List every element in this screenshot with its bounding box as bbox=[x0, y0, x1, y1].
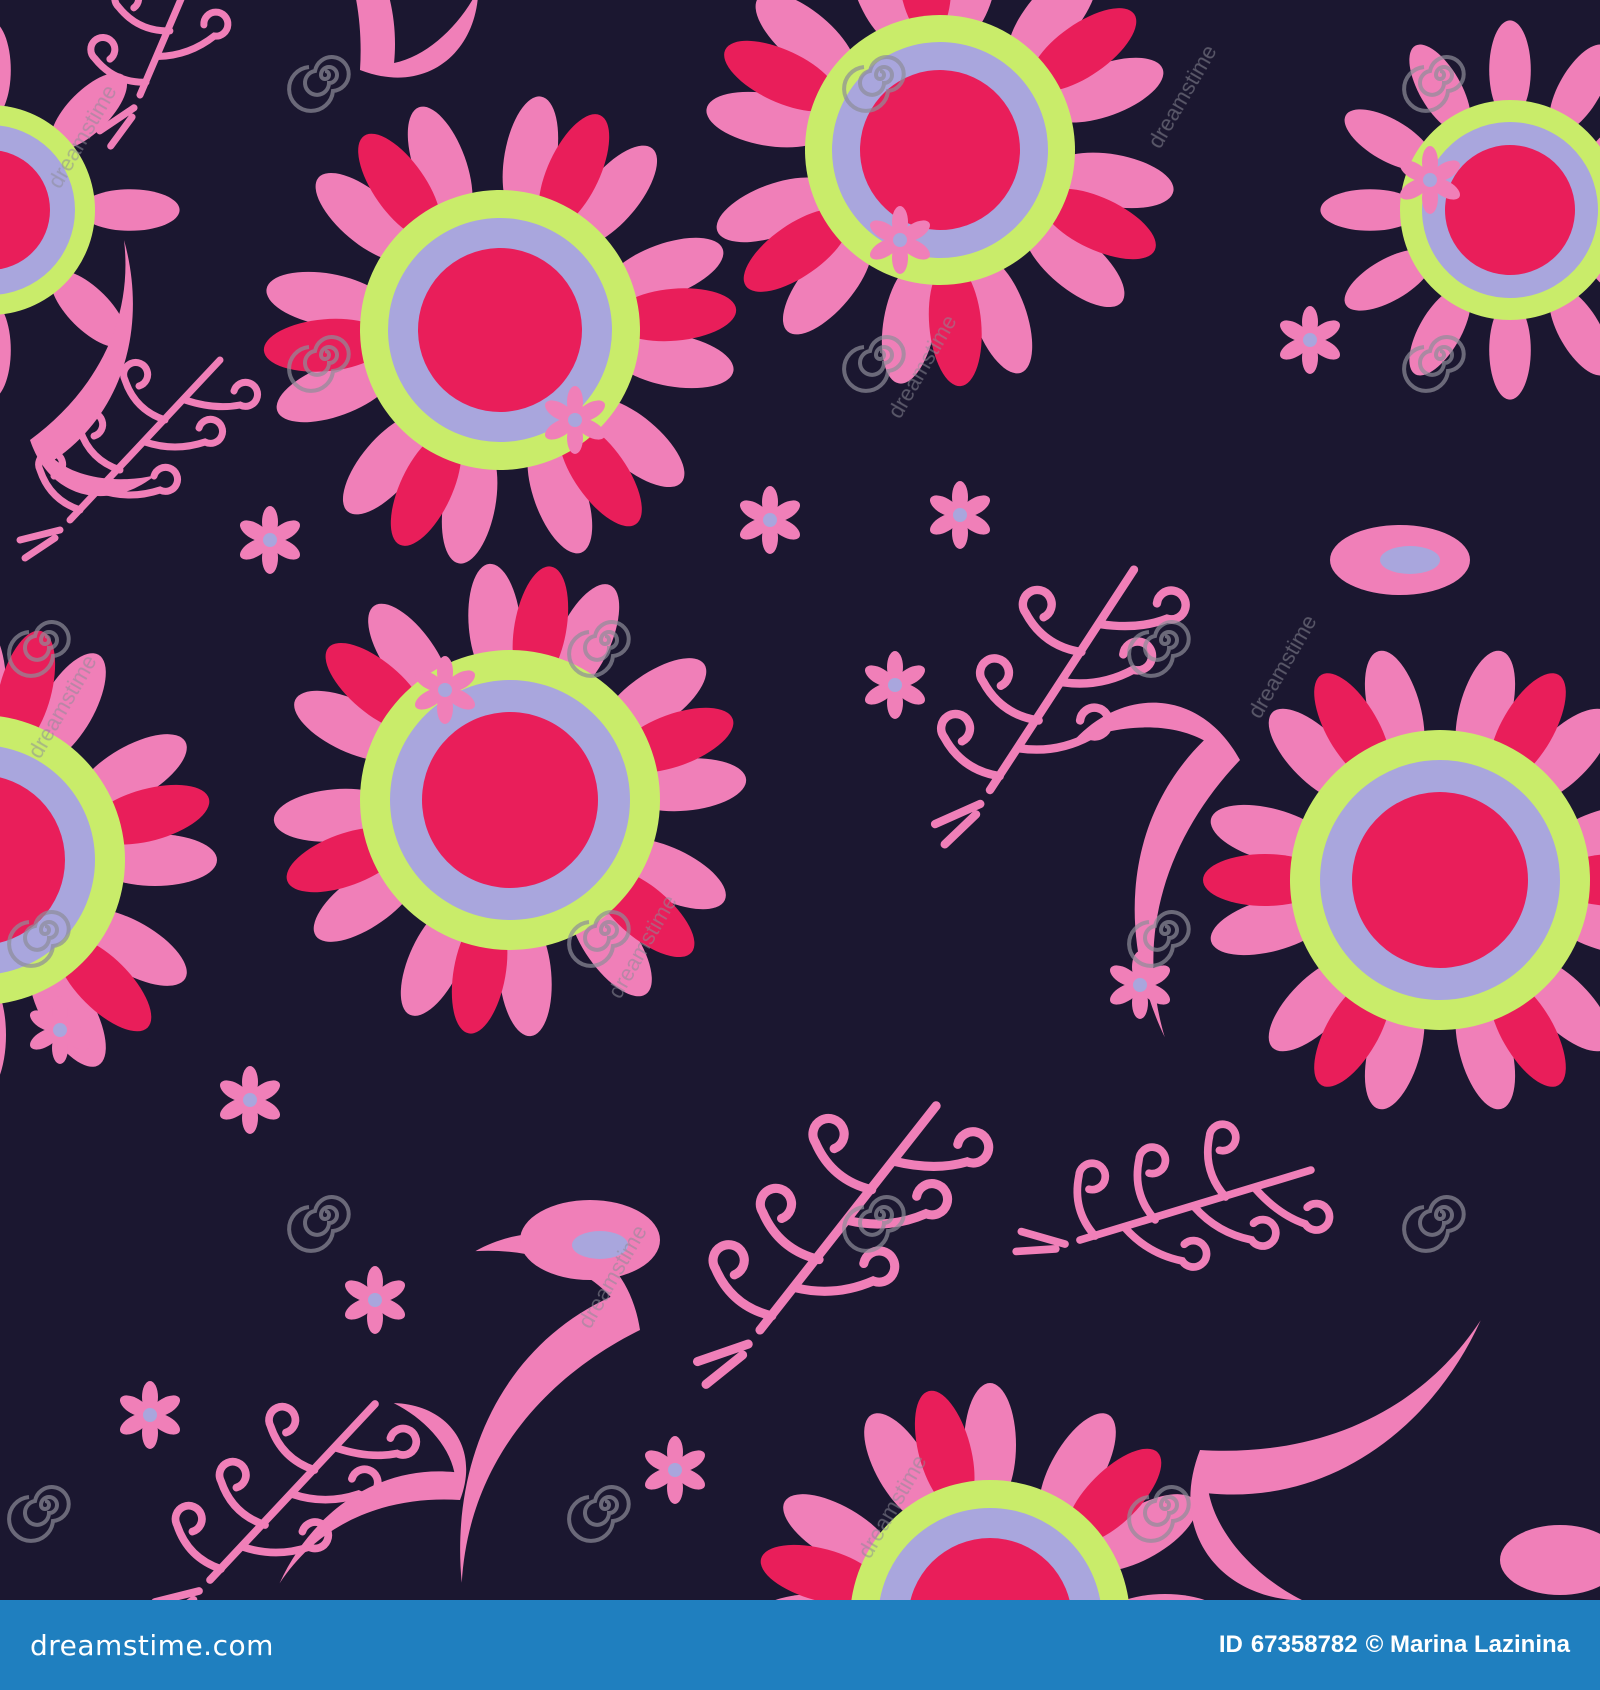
flower-bottom bbox=[753, 1383, 1227, 1600]
id-label: ID bbox=[1218, 1631, 1243, 1658]
flower-top-center bbox=[702, 0, 1178, 389]
flower-top-right bbox=[1320, 20, 1600, 400]
svg-text:dreamstime: dreamstime bbox=[1143, 40, 1222, 152]
watermark-spirals bbox=[7, 55, 1466, 1543]
svg-text:dreamstime: dreamstime bbox=[1243, 610, 1322, 722]
flower-top-left-edge bbox=[0, 20, 180, 400]
id-value: 67358782 bbox=[1250, 1631, 1358, 1658]
footer-bar: dreamstime.com ID 67358782 © Marina Lazi… bbox=[0, 1600, 1600, 1690]
flower-right bbox=[1203, 644, 1600, 1116]
flower-middle bbox=[271, 561, 749, 1039]
suzani-pattern-illustration: dreamstime dreamstime dreamstime dreamst… bbox=[0, 0, 1600, 1600]
flower-top-left bbox=[261, 92, 739, 568]
image-id-credit: ID 67358782 © Marina Lazinina bbox=[1219, 1631, 1570, 1659]
stock-image: dreamstime dreamstime dreamstime dreamst… bbox=[0, 0, 1600, 1690]
flower-left-edge bbox=[0, 623, 217, 1097]
site-name: dreamstime.com bbox=[30, 1628, 274, 1662]
copyright-author: © Marina Lazinina bbox=[1365, 1631, 1570, 1658]
